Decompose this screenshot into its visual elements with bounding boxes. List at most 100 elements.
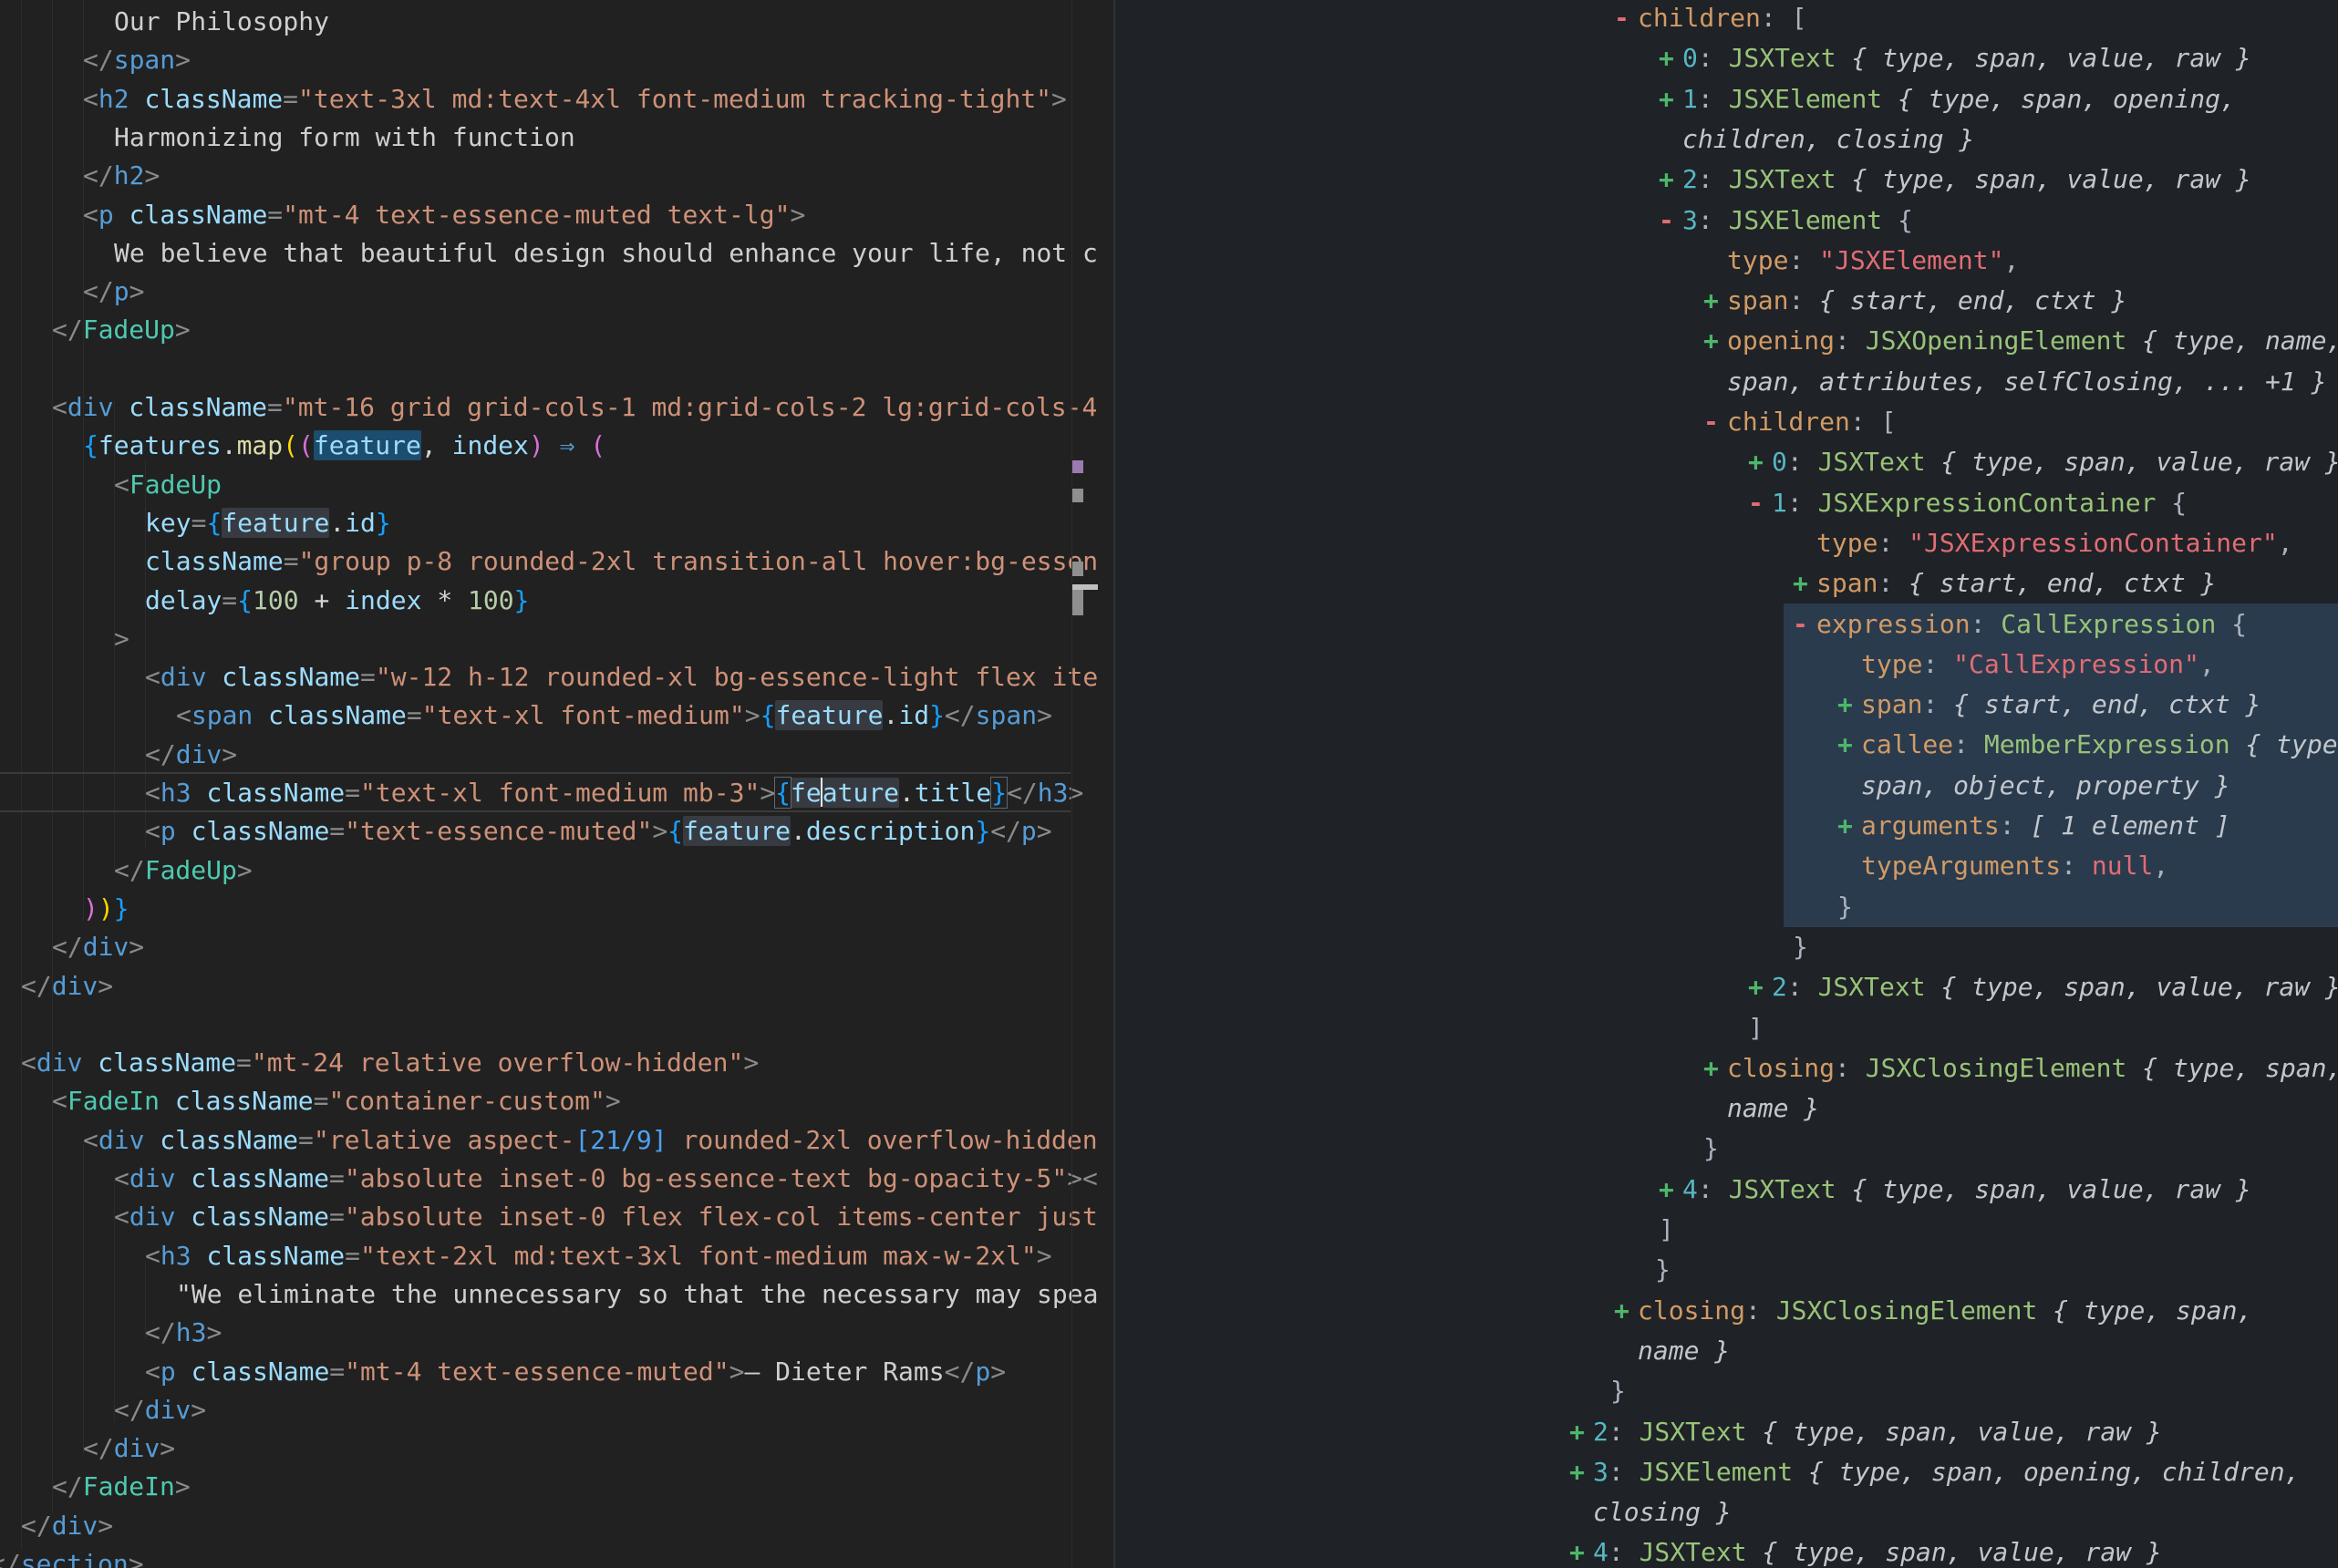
- ast-tree-row[interactable]: +span: { start, end, ctxt }: [1703, 281, 2126, 322]
- ast-tree-row[interactable]: +2: JSXText { type, span, value, raw }: [1659, 160, 2251, 201]
- ast-preview: { type, span, value, raw }: [1926, 972, 2338, 1002]
- ast-punctuation: :: [1922, 689, 1953, 719]
- ast-tree-content[interactable]: -children: [+0: JSXText { type, span, va…: [0, 0, 2338, 1568]
- ast-punctuation: :: [1788, 245, 1819, 275]
- ast-node-type: JSXText: [1818, 447, 1926, 477]
- ast-node-type: JSXElement: [1640, 1457, 1794, 1487]
- ast-tree-row[interactable]: }: [1793, 927, 1808, 968]
- ast-tree-row[interactable]: +1: JSXElement { type, span, opening,: [1659, 79, 2236, 120]
- tree-collapse-icon[interactable]: -: [1659, 201, 1682, 241]
- ast-punctuation: :: [1971, 609, 2002, 639]
- ast-tree-row[interactable]: +arguments: [ 1 element ]: [1837, 806, 2230, 847]
- tree-expand-icon[interactable]: +: [1659, 160, 1682, 200]
- ast-index: 0: [1682, 43, 1698, 73]
- tree-expand-icon[interactable]: +: [1703, 281, 1727, 321]
- ast-punctuation: :: [2061, 851, 2092, 881]
- ast-preview: [ 1 element ]: [2030, 810, 2229, 841]
- ast-tree-row[interactable]: }: [1655, 1250, 1671, 1291]
- ast-tree-row[interactable]: +closing: JSXClosingElement { type, span…: [1703, 1048, 2338, 1089]
- tree-expand-icon[interactable]: +: [1569, 1532, 1593, 1568]
- ast-punctuation: ]: [1748, 1013, 1764, 1043]
- tree-expand-icon[interactable]: +: [1703, 1048, 1727, 1088]
- ast-tree-row[interactable]: +4: JSXText { type, span, value, raw }: [1569, 1532, 2162, 1568]
- ast-punctuation: :: [1698, 1174, 1729, 1204]
- ast-punctuation: {: [2156, 488, 2187, 518]
- ast-string-value: "JSXElement": [1819, 245, 2003, 275]
- ast-tree-row[interactable]: type: "CallExpression",: [1861, 645, 2215, 686]
- ast-tree-row[interactable]: +3: JSXElement { type, span, opening, ch…: [1569, 1452, 2300, 1493]
- tree-collapse-icon[interactable]: -: [1748, 483, 1772, 523]
- ast-index: 4: [1682, 1174, 1698, 1204]
- tree-collapse-icon[interactable]: -: [1614, 0, 1638, 38]
- ast-punctuation: }: [1655, 1254, 1671, 1284]
- ast-punctuation: :: [1698, 164, 1729, 194]
- ast-tree-row[interactable]: ]: [1748, 1008, 1764, 1049]
- ast-preview: { type, span,: [2126, 1053, 2338, 1083]
- ast-explorer-screen: { "colors": { "bg-left":"#212121","bg-ri…: [0, 0, 2338, 1568]
- ast-preview: { start, end, ctxt }: [1953, 689, 2260, 719]
- ast-key: callee: [1861, 729, 1953, 759]
- ast-tree-row[interactable]: type: "JSXExpressionContainer",: [1816, 523, 2293, 564]
- ast-tree-row[interactable]: +closing: JSXClosingElement { type, span…: [1614, 1291, 2252, 1332]
- ast-tree-row[interactable]: +2: JSXText { type, span, value, raw }: [1569, 1412, 2162, 1453]
- ast-tree-row[interactable]: name }: [1638, 1331, 1730, 1372]
- tree-expand-icon[interactable]: +: [1748, 442, 1772, 482]
- ast-preview: { type, span, value, raw }: [1926, 447, 2338, 477]
- tree-expand-icon[interactable]: +: [1703, 321, 1727, 361]
- ast-node-type: JSXText: [1818, 972, 1926, 1002]
- tree-expand-icon[interactable]: +: [1659, 79, 1682, 119]
- ast-tree-row[interactable]: +opening: JSXOpeningElement { type, name…: [1703, 321, 2338, 362]
- ast-tree-row[interactable]: +span: { start, end, ctxt }: [1793, 563, 2216, 604]
- tree-expand-icon[interactable]: +: [1748, 967, 1772, 1007]
- ast-key: children: [1727, 407, 1850, 437]
- ast-node-type: JSXText: [1640, 1417, 1747, 1447]
- ast-punctuation: :: [1609, 1457, 1640, 1487]
- ast-preview: { type, span, value, raw }: [1747, 1417, 2162, 1447]
- ast-tree-row[interactable]: }: [1610, 1371, 1626, 1412]
- tree-expand-icon[interactable]: +: [1659, 38, 1682, 78]
- ast-tree-row[interactable]: typeArguments: null,: [1861, 846, 2168, 887]
- ast-tree-row[interactable]: type: "JSXElement",: [1727, 241, 2019, 282]
- ast-punctuation: :: [1698, 84, 1729, 114]
- ast-tree-row[interactable]: +0: JSXText { type, span, value, raw }: [1748, 442, 2338, 483]
- ast-node-type: MemberExpression: [1984, 729, 2230, 759]
- tree-expand-icon[interactable]: +: [1837, 685, 1861, 725]
- ast-key: type: [1816, 528, 1878, 558]
- ast-tree-row[interactable]: ]: [1659, 1210, 1674, 1251]
- ast-tree-row[interactable]: -children: [: [1614, 0, 1806, 39]
- ast-tree-row[interactable]: +callee: MemberExpression { type,: [1837, 725, 2338, 766]
- ast-punctuation: {: [1882, 205, 1913, 235]
- ast-index: 2: [1593, 1417, 1609, 1447]
- ast-preview: name }: [1638, 1336, 1730, 1366]
- tree-expand-icon[interactable]: +: [1569, 1452, 1593, 1492]
- tree-expand-icon[interactable]: +: [1793, 563, 1816, 603]
- ast-tree-row[interactable]: span, object, property }: [1861, 766, 2230, 807]
- tree-expand-icon[interactable]: +: [1569, 1412, 1593, 1452]
- ast-index: 3: [1593, 1457, 1609, 1487]
- tree-expand-icon[interactable]: +: [1837, 725, 1861, 765]
- ast-punctuation: ]: [1659, 1214, 1674, 1244]
- ast-preview: { type, span, value, raw }: [1836, 164, 2251, 194]
- ast-tree-row[interactable]: +span: { start, end, ctxt }: [1837, 685, 2260, 726]
- tree-expand-icon[interactable]: +: [1659, 1170, 1682, 1210]
- tree-collapse-icon[interactable]: -: [1703, 402, 1727, 442]
- ast-tree-row[interactable]: children, closing }: [1682, 119, 1974, 160]
- ast-tree-row[interactable]: span, attributes, selfClosing, ... +1 }: [1727, 362, 2326, 403]
- ast-tree-row[interactable]: name }: [1727, 1088, 1819, 1130]
- ast-tree-row[interactable]: +0: JSXText { type, span, value, raw }: [1659, 38, 2251, 79]
- ast-tree-row[interactable]: closing }: [1593, 1492, 1732, 1533]
- tree-expand-icon[interactable]: +: [1837, 806, 1861, 846]
- tree-expand-icon[interactable]: +: [1614, 1291, 1638, 1331]
- ast-tree-row[interactable]: +2: JSXText { type, span, value, raw }: [1748, 967, 2338, 1008]
- ast-preview: span, object, property }: [1861, 770, 2230, 800]
- ast-tree-row[interactable]: -1: JSXExpressionContainer {: [1748, 483, 2187, 524]
- ast-tree-row[interactable]: }: [1837, 887, 1853, 928]
- ast-tree-row[interactable]: -expression: CallExpression {: [1793, 604, 2247, 645]
- ast-punctuation: :: [1878, 568, 1909, 598]
- panel-splitter[interactable]: [1113, 0, 1115, 1568]
- tree-collapse-icon[interactable]: -: [1793, 604, 1816, 645]
- ast-tree-row[interactable]: +4: JSXText { type, span, value, raw }: [1659, 1170, 2251, 1211]
- ast-tree-row[interactable]: }: [1703, 1129, 1719, 1170]
- ast-tree-row[interactable]: -3: JSXElement {: [1659, 201, 1913, 242]
- ast-tree-row[interactable]: -children: [: [1703, 402, 1896, 443]
